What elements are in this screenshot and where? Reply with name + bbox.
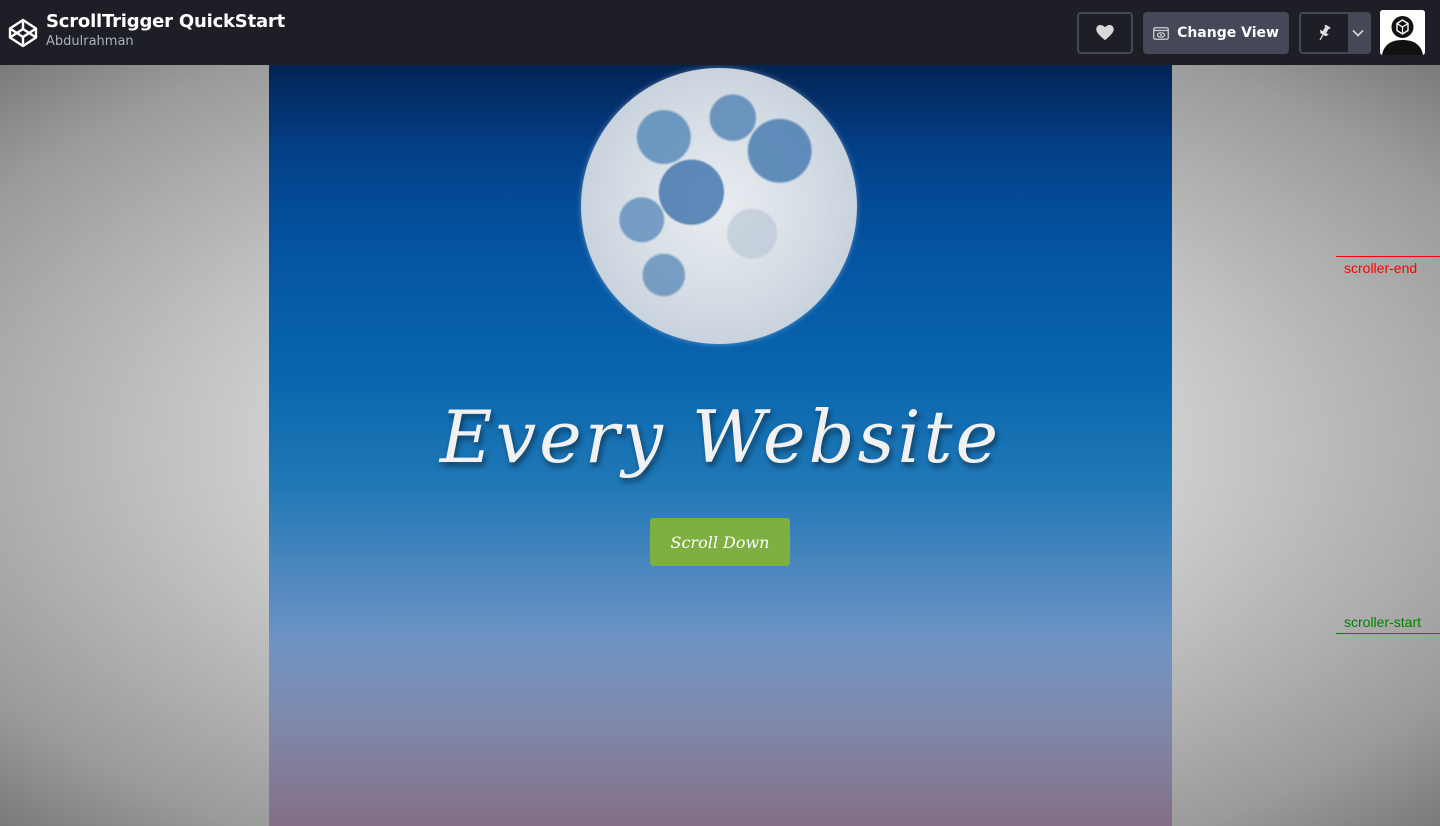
avatar — [1380, 10, 1425, 55]
scroll-down-button[interactable]: Scroll Down — [650, 518, 790, 566]
change-view-button[interactable]: Change View — [1143, 12, 1289, 54]
eye-icon — [1153, 26, 1169, 40]
hero-title: Every Website — [439, 395, 1002, 479]
topbar: ScrollTrigger QuickStart Abdulrahman Cha… — [0, 0, 1440, 65]
user-avatar[interactable] — [1380, 10, 1425, 55]
pin-icon — [1319, 24, 1331, 41]
pen-title-block: ScrollTrigger QuickStart Abdulrahman — [46, 11, 285, 51]
change-view-label: Change View — [1177, 25, 1279, 41]
pin-button[interactable] — [1301, 14, 1348, 52]
preview-stage: Every Website Scroll Down — [269, 65, 1172, 826]
chevron-down-icon — [1352, 29, 1364, 37]
scroller-end-marker: scroller-end — [1336, 256, 1440, 276]
pin-button-group — [1299, 12, 1371, 54]
pen-title[interactable]: ScrollTrigger QuickStart — [46, 11, 285, 33]
pen-author[interactable]: Abdulrahman — [46, 33, 285, 51]
scroller-start-marker: scroller-start — [1336, 614, 1440, 634]
love-button[interactable] — [1077, 12, 1133, 54]
codepen-logo-icon[interactable] — [8, 16, 38, 50]
heart-icon — [1096, 25, 1114, 41]
moon-image — [581, 68, 857, 344]
pin-dropdown-button[interactable] — [1347, 14, 1369, 52]
